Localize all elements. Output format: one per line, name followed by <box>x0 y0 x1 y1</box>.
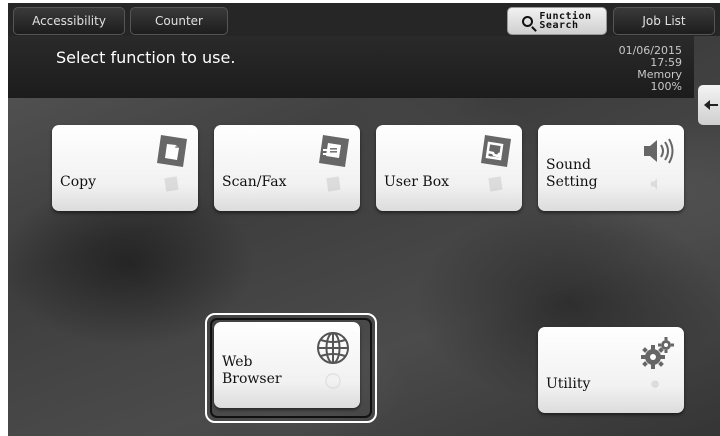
page-title: Select function to use. <box>56 48 236 67</box>
user-box-label: User Box <box>384 174 450 190</box>
header: Select function to use. 01/06/2015 17:59… <box>8 36 694 98</box>
top-bar: Accessibility Counter Function Search Jo… <box>8 3 720 36</box>
user-box-icon-reflection <box>488 176 503 192</box>
accessibility-button[interactable]: Accessibility <box>13 7 125 35</box>
gears-icon <box>641 337 674 369</box>
job-list-button[interactable]: Job List <box>613 7 715 35</box>
side-panel-toggle-button[interactable] <box>698 85 720 125</box>
globe-icon-reflection <box>325 373 341 389</box>
memory-value: 100% <box>650 80 682 93</box>
sound-setting-label: Sound Setting <box>546 157 598 190</box>
counter-button[interactable]: Counter <box>130 7 228 35</box>
copy-icon <box>157 135 187 167</box>
copy-label: Copy <box>60 174 97 190</box>
sound-setting-tile[interactable]: Sound Setting <box>538 125 684 211</box>
scan-fax-icon <box>319 135 349 167</box>
web-browser-tile[interactable]: Web Browser <box>214 322 360 408</box>
user-box-icon <box>481 135 511 167</box>
copy-tile[interactable]: Copy <box>52 125 198 211</box>
globe-icon <box>317 332 349 364</box>
status-area: 01/06/2015 17:59 Memory 100% <box>619 45 682 93</box>
utility-label: Utility <box>546 376 591 392</box>
scan-fax-label: Scan/Fax <box>222 174 287 190</box>
screen: Accessibility Counter Function Search Jo… <box>8 3 720 436</box>
gears-icon-reflection <box>651 380 659 388</box>
scan-fax-tile[interactable]: Scan/Fax <box>214 125 360 211</box>
user-box-tile[interactable]: User Box <box>376 125 522 211</box>
search-icon <box>522 15 534 27</box>
function-search-button[interactable]: Function Search <box>507 7 607 35</box>
scan-fax-icon-reflection <box>326 176 341 192</box>
speaker-icon <box>644 138 674 164</box>
function-search-label: Function Search <box>539 12 591 31</box>
function-search-line2: Search <box>539 20 579 31</box>
copy-icon-reflection <box>164 176 179 192</box>
web-browser-label: Web Browser <box>222 354 282 387</box>
utility-tile[interactable]: Utility <box>538 327 684 413</box>
speaker-icon-reflection <box>650 178 657 190</box>
